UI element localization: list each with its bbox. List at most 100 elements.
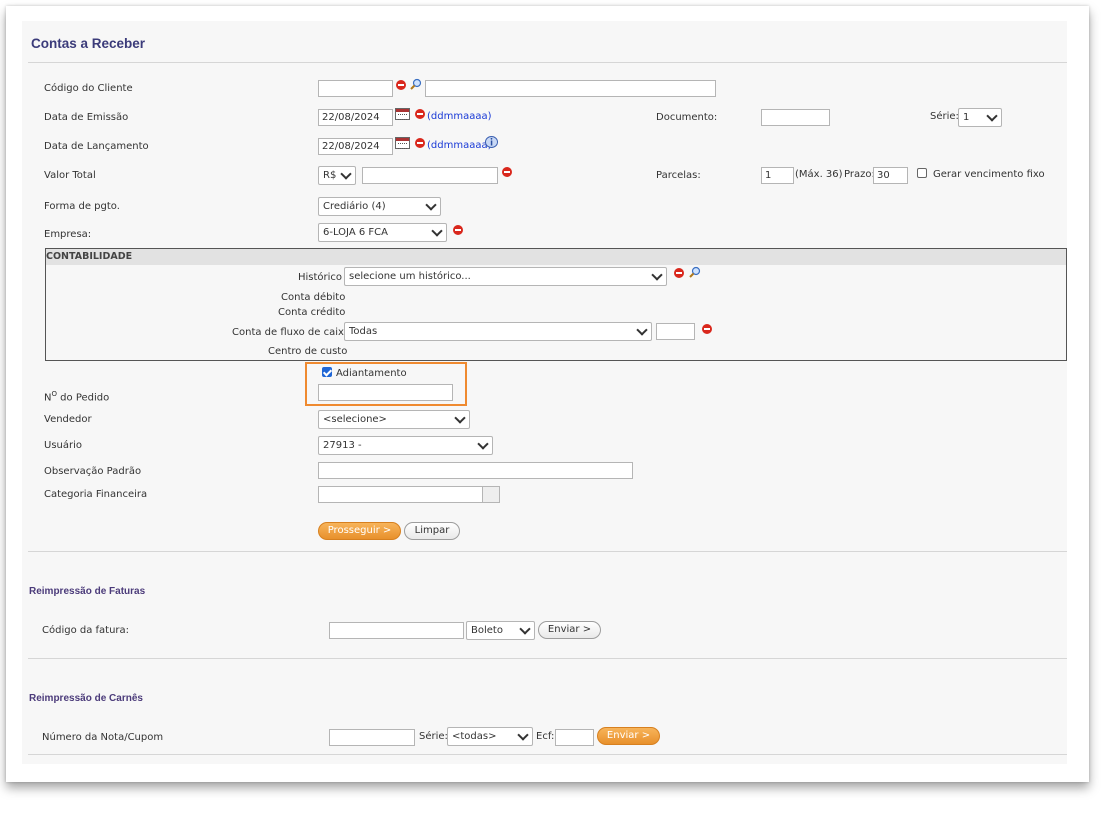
- observacao-label: Observação Padrão: [44, 466, 142, 477]
- pedido-label-suffix: do Pedido: [57, 392, 110, 404]
- usuario-select[interactable]: 27913 -: [318, 436, 493, 455]
- conta-credito-label: Conta crédito: [278, 307, 346, 318]
- chevron-down-icon: [519, 623, 531, 635]
- serie-carne-value: <todas>: [452, 731, 497, 742]
- codigo-fatura-label: Código da fatura:: [42, 625, 130, 636]
- usuario-label: Usuário: [44, 440, 83, 451]
- date-format-hint: (ddmmaaaa): [427, 111, 492, 122]
- data-lancamento-input[interactable]: 22/08/2024: [318, 138, 393, 155]
- vendedor-label: Vendedor: [44, 414, 92, 425]
- tipo-fatura-value: Boleto: [471, 625, 503, 636]
- centro-custo-label: Centro de custo: [268, 346, 348, 357]
- enviar-fatura-button[interactable]: Enviar >: [538, 621, 601, 639]
- divider: [28, 551, 1067, 552]
- codigo-fatura-input[interactable]: [329, 622, 464, 639]
- calendar-icon[interactable]: [395, 137, 410, 149]
- numero-nota-input[interactable]: [329, 729, 415, 746]
- historico-select[interactable]: selecione um histórico...: [344, 267, 667, 286]
- enviar-carne-button[interactable]: Enviar >: [597, 727, 660, 745]
- page-title: Contas a Receber: [31, 36, 146, 51]
- parcelas-label: Parcelas:: [656, 170, 701, 181]
- categoria-label: Categoria Financeira: [44, 489, 148, 500]
- required-icon: [502, 167, 512, 177]
- chevron-down-icon: [986, 110, 998, 122]
- valor-total-input[interactable]: [362, 167, 498, 184]
- contabilidade-header: CONTABILIDADE: [46, 249, 1066, 265]
- parcelas-max-hint: (Máx. 36): [795, 169, 843, 180]
- gerar-vencimento-label: Gerar vencimento fixo: [933, 169, 1045, 180]
- vendedor-select[interactable]: <selecione>: [318, 410, 470, 429]
- chevron-down-icon: [636, 324, 648, 336]
- required-icon: [396, 80, 406, 90]
- observacao-input[interactable]: [318, 462, 633, 479]
- fluxo-caixa-label: Conta de fluxo de caixa: [232, 327, 351, 338]
- serie-select[interactable]: 1: [958, 108, 1002, 127]
- search-icon[interactable]: [689, 266, 701, 278]
- divider: [28, 62, 1067, 63]
- categoria-input[interactable]: [318, 486, 483, 503]
- documento-label: Documento:: [656, 112, 718, 123]
- fluxo-caixa-select[interactable]: Todas: [344, 322, 652, 341]
- adiantamento-checkbox[interactable]: [322, 367, 332, 377]
- valor-total-label: Valor Total: [44, 170, 96, 181]
- empresa-select[interactable]: 6-LOJA 6 FCA: [318, 223, 447, 242]
- conta-debito-label: Conta débito: [281, 292, 346, 303]
- parcelas-input[interactable]: 1: [761, 167, 794, 184]
- historico-label: Histórico: [298, 272, 343, 283]
- moeda-select[interactable]: R$: [318, 166, 356, 185]
- chevron-down-icon: [454, 412, 466, 424]
- forma-pgto-value: Crediário (4): [323, 201, 386, 212]
- adiantamento-label: Adiantamento: [336, 368, 407, 379]
- numero-nota-label: Número da Nota/Cupom: [42, 732, 164, 743]
- chevron-down-icon: [477, 438, 489, 450]
- ecf-label: Ecf:: [536, 731, 555, 742]
- codigo-cliente-label: Código do Cliente: [44, 83, 133, 94]
- chevron-down-icon: [431, 225, 443, 237]
- prazo-label: Prazo:: [844, 169, 875, 180]
- prosseguir-button[interactable]: Prosseguir >: [318, 522, 401, 540]
- codigo-cliente-input[interactable]: [318, 80, 393, 97]
- serie-carne-label: Série:: [419, 731, 448, 742]
- date-format-hint: (ddmmaaaa): [427, 140, 492, 151]
- gerar-vencimento-checkbox[interactable]: [917, 168, 927, 178]
- search-icon[interactable]: [410, 78, 422, 90]
- limpar-button[interactable]: Limpar: [404, 522, 460, 540]
- info-icon[interactable]: [485, 136, 498, 148]
- reimpressao-faturas-title: Reimpressão de Faturas: [29, 586, 146, 597]
- pedido-input[interactable]: [318, 384, 453, 401]
- prazo-input[interactable]: 30: [873, 167, 908, 184]
- data-emissao-label: Data de Emissão: [44, 112, 129, 123]
- contabilidade-box: CONTABILIDADE: [45, 248, 1067, 361]
- required-icon: [453, 225, 463, 235]
- historico-value: selecione um histórico...: [349, 271, 471, 282]
- main-panel: [22, 21, 1067, 764]
- calendar-icon[interactable]: [395, 108, 410, 120]
- serie-carne-select[interactable]: <todas>: [447, 727, 533, 746]
- documento-input[interactable]: [761, 109, 830, 126]
- moeda-value: R$: [323, 170, 337, 181]
- serie-value: 1: [963, 112, 970, 123]
- empresa-label: Empresa:: [44, 229, 92, 240]
- chevron-down-icon: [425, 199, 437, 211]
- data-emissao-input[interactable]: 22/08/2024: [318, 109, 393, 126]
- fluxo-caixa-code-input[interactable]: [656, 323, 695, 340]
- chevron-down-icon: [651, 269, 663, 281]
- pedido-label: NO do Pedido: [44, 390, 109, 403]
- fluxo-caixa-value: Todas: [349, 326, 378, 337]
- forma-pgto-select[interactable]: Crediário (4): [318, 197, 441, 216]
- divider: [28, 754, 1067, 755]
- chevron-down-icon: [517, 729, 529, 741]
- tipo-fatura-select[interactable]: Boleto: [466, 621, 535, 640]
- reimpressao-carnes-title: Reimpressão de Carnês: [29, 693, 143, 704]
- chevron-down-icon: [340, 168, 352, 180]
- empresa-value: 6-LOJA 6 FCA: [323, 227, 388, 238]
- usuario-value: 27913 -: [323, 440, 362, 451]
- cliente-nome-input[interactable]: [425, 80, 716, 97]
- required-icon: [415, 109, 425, 119]
- divider: [28, 658, 1067, 659]
- required-icon: [415, 138, 425, 148]
- categoria-lookup-button[interactable]: [482, 486, 500, 503]
- data-lancamento-label: Data de Lançamento: [44, 141, 149, 152]
- serie-label: Série:: [930, 111, 959, 122]
- ecf-input[interactable]: [555, 729, 594, 746]
